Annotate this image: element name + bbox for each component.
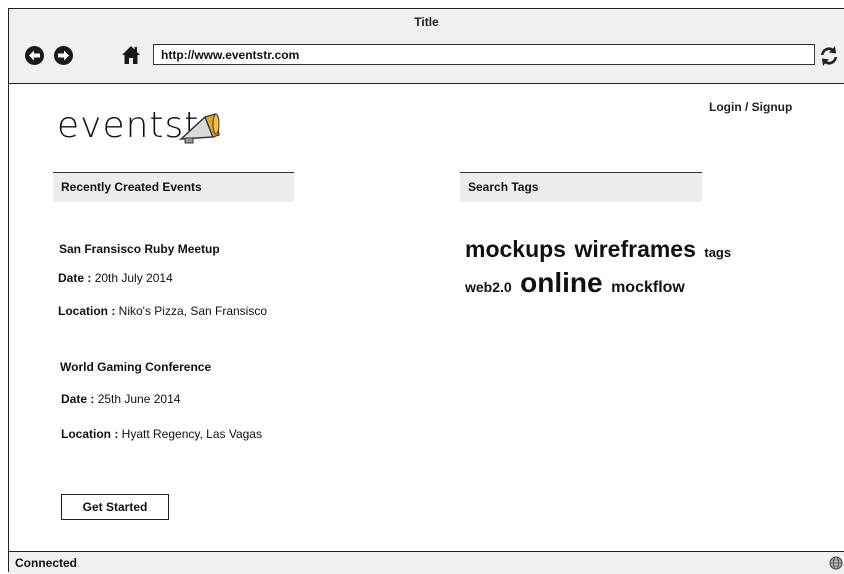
- status-text: Connected: [15, 556, 78, 570]
- address-bar[interactable]: http://www.eventstr.com: [153, 44, 815, 65]
- event-location: Location : Niko's Pizza, San Fransisco: [58, 304, 267, 318]
- refresh-button[interactable]: [818, 44, 840, 68]
- login-signup-link[interactable]: Login / Signup: [709, 100, 792, 114]
- date-label: Date :: [58, 271, 92, 285]
- tag-cloud: mockups wireframes tags web2.0 online mo…: [465, 234, 805, 303]
- megaphone-icon: [178, 113, 220, 144]
- window-title: Title: [414, 15, 439, 29]
- location-label: Location :: [61, 427, 119, 441]
- date-label: Date :: [61, 392, 95, 406]
- back-arrow-icon: [29, 50, 40, 61]
- date-value: 20th July 2014: [94, 271, 173, 285]
- get-started-button[interactable]: Get Started: [61, 494, 169, 520]
- event-location: Location : Hyatt Regency, Las Vagas: [61, 427, 262, 441]
- tag-link[interactable]: tags: [704, 245, 731, 260]
- refresh-icon: [821, 46, 837, 66]
- search-tags-heading: Search Tags: [460, 172, 702, 202]
- status-bar: Connected: [9, 551, 844, 574]
- title-bar: Title: [9, 9, 844, 37]
- event-date: Date : 25th June 2014: [61, 392, 180, 406]
- forward-button[interactable]: [54, 46, 73, 65]
- recent-events-heading: Recently Created Events: [53, 172, 294, 202]
- location-value: Niko's Pizza, San Fransisco: [118, 304, 268, 318]
- location-value: Hyatt Regency, Las Vagas: [121, 427, 262, 441]
- event-title[interactable]: San Fransisco Ruby Meetup: [59, 242, 220, 256]
- tag-link[interactable]: mockflow: [611, 279, 685, 296]
- tag-link[interactable]: online: [520, 267, 602, 298]
- date-value: 25th June 2014: [97, 392, 181, 406]
- back-button[interactable]: [25, 46, 44, 65]
- tag-link[interactable]: web2.0: [465, 279, 512, 295]
- tag-link[interactable]: wireframes: [574, 236, 695, 262]
- location-label: Location :: [58, 304, 116, 318]
- globe-icon: [829, 556, 843, 570]
- event-title[interactable]: World Gaming Conference: [60, 360, 211, 374]
- home-icon: [122, 46, 140, 64]
- page-content: eventst Login / Signup Recently Created …: [9, 84, 844, 551]
- home-button[interactable]: [121, 45, 141, 65]
- forward-arrow-icon: [58, 50, 69, 61]
- event-date: Date : 20th July 2014: [58, 271, 173, 285]
- browser-window: Title http://www.eventstr.com eventst Lo…: [8, 8, 844, 574]
- tag-link[interactable]: mockups: [465, 236, 566, 262]
- toolbar: http://www.eventstr.com: [9, 37, 844, 84]
